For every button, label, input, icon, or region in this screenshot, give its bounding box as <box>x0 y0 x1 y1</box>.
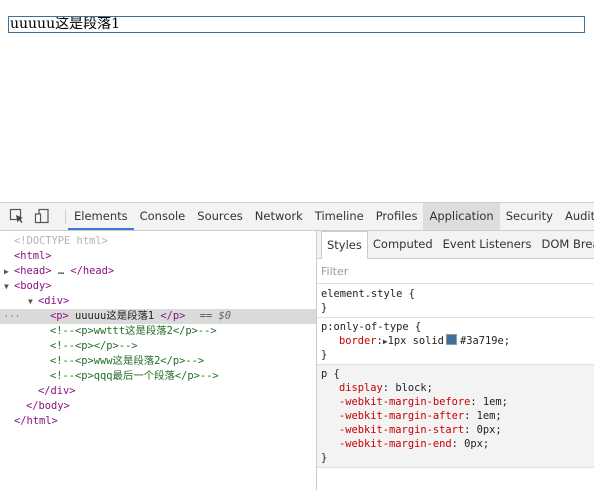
comment-node: <!--<p>qqq最后一个段落</p>--> <box>50 370 219 382</box>
body-close-tag: </body> <box>26 400 70 412</box>
only-of-type-rule[interactable]: p:only-of-type { border:▶1px solid #3a719… <box>317 318 594 365</box>
devtools-panel: Elements Console Sources Network Timelin… <box>0 202 594 490</box>
rule-selector: p { <box>321 368 340 380</box>
dollar-zero-ref: $0 <box>218 310 231 322</box>
tab-styles[interactable]: Styles <box>321 231 368 259</box>
html-close-tag: </html> <box>14 415 58 427</box>
tab-sources[interactable]: Sources <box>191 203 249 230</box>
page-viewport: uuuuu这是段落1 <box>0 0 594 202</box>
head-close-tag: </head> <box>70 265 115 277</box>
property-name: border <box>339 335 377 347</box>
rule-close-brace: } <box>321 452 328 464</box>
dom-body-row[interactable]: ▼ <body> <box>0 279 316 294</box>
color-value: #3a719e <box>459 335 504 347</box>
tab-profiles[interactable]: Profiles <box>370 203 424 230</box>
tab-application[interactable]: Application <box>423 203 500 230</box>
property-value: 1em; <box>482 396 508 408</box>
dom-div-close-row[interactable]: </div> <box>0 384 316 399</box>
style-property[interactable]: -webkit-margin-before: 1em; <box>321 395 594 409</box>
highlighted-paragraph[interactable]: uuuuu这是段落1 <box>8 16 585 33</box>
head-open-tag: <head> <box>14 265 52 277</box>
dom-div-row[interactable]: ▼ <div> <box>0 294 316 309</box>
p-open-tag: <p> <box>50 310 69 322</box>
tab-network[interactable]: Network <box>249 203 309 230</box>
styles-filter-input[interactable]: Filter <box>317 259 594 284</box>
rule-selector: p:only-of-type { <box>321 321 422 333</box>
html-open-tag: <html> <box>14 250 52 262</box>
elements-tree: <!DOCTYPE html> <html> ▶ <head> … </head>… <box>0 231 317 490</box>
tab-elements[interactable]: Elements <box>68 203 134 230</box>
device-mode-icon[interactable] <box>34 208 50 224</box>
dom-body-close-row[interactable]: </body> <box>0 399 316 414</box>
tab-audits[interactable]: Audits <box>559 203 594 230</box>
doctype-node: <!DOCTYPE html> <box>14 235 108 247</box>
style-property[interactable]: -webkit-margin-start: 0px; <box>321 423 594 437</box>
devtools-tabs: Elements Console Sources Network Timelin… <box>68 203 594 230</box>
rule-selector: element.style { <box>321 288 415 300</box>
dom-comment-row[interactable]: <!--<p>www这是段落2</p>--> <box>0 354 316 369</box>
styles-tabs: Styles Computed Event Listeners DOM Brea… <box>317 231 594 259</box>
gutter-dots-icon[interactable]: ... <box>3 306 21 321</box>
dom-html-close-row[interactable]: </html> <box>0 414 316 429</box>
div-open-tag: <div> <box>38 295 70 307</box>
collapse-triangle-icon[interactable]: ▼ <box>4 279 14 294</box>
property-value: 0px; <box>464 438 490 450</box>
property-name: -webkit-margin-after <box>339 410 465 422</box>
style-property[interactable]: border:▶1px solid #3a719e; <box>321 334 594 348</box>
devtools-toolbar: Elements Console Sources Network Timelin… <box>0 203 594 231</box>
tab-dom-breakpoints[interactable]: DOM Breakpoints <box>537 231 594 258</box>
element-style-rule[interactable]: element.style { } <box>317 285 594 318</box>
rule-close-brace: } <box>321 302 328 314</box>
property-value: 0px; <box>476 424 502 436</box>
tab-event-listeners[interactable]: Event Listeners <box>438 231 537 258</box>
property-value: 1px solid <box>387 335 444 347</box>
property-name: -webkit-margin-start <box>339 424 465 436</box>
tab-security[interactable]: Security <box>500 203 559 230</box>
property-name: -webkit-margin-end <box>339 438 452 450</box>
style-property[interactable]: -webkit-margin-end: 0px; <box>321 437 594 451</box>
comment-node: <!--<p>www这是段落2</p>--> <box>50 355 205 367</box>
tab-console[interactable]: Console <box>134 203 192 230</box>
body-open-tag: <body> <box>14 280 52 292</box>
tab-timeline[interactable]: Timeline <box>309 203 370 230</box>
p-close-tag: </p> <box>160 310 186 322</box>
equals-marker: == <box>199 310 213 322</box>
dom-doctype-row[interactable]: <!DOCTYPE html> <box>0 234 316 249</box>
dom-comment-row[interactable]: <!--<p>qqq最后一个段落</p>--> <box>0 369 316 384</box>
toolbar-divider <box>65 209 66 224</box>
div-close-tag: </div> <box>38 385 76 397</box>
property-name: -webkit-margin-before <box>339 396 471 408</box>
dom-comment-row[interactable]: <!--<p>wwttt这是段落2</p>--> <box>0 324 316 339</box>
style-rules: element.style { } p:only-of-type { borde… <box>317 285 594 468</box>
p-text-node: uuuuu这是段落1 <box>68 310 161 322</box>
style-property[interactable]: display: block; <box>321 381 594 395</box>
dom-comment-row[interactable]: <!--<p></p>--> <box>0 339 316 354</box>
comment-node: <!--<p>wwttt这是段落2</p>--> <box>50 325 217 337</box>
style-property[interactable]: -webkit-margin-after: 1em; <box>321 409 594 423</box>
comment-node: <!--<p></p>--> <box>50 340 138 352</box>
dom-selected-p-row[interactable]: ... <p> uuuuu这是段落1 </p> == $0 <box>0 306 316 324</box>
collapse-triangle-icon[interactable]: ▼ <box>28 294 38 309</box>
property-value: 1em; <box>476 410 502 422</box>
styles-sidebar: Styles Computed Event Listeners DOM Brea… <box>317 231 594 490</box>
dom-html-row[interactable]: <html> <box>0 249 316 264</box>
user-agent-p-rule[interactable]: p { display: block; -webkit-margin-befor… <box>317 365 594 468</box>
rule-close-brace: } <box>321 349 328 361</box>
expand-triangle-icon[interactable]: ▶ <box>4 264 14 279</box>
property-name: display <box>339 382 383 394</box>
property-value: block; <box>395 382 433 394</box>
tab-computed[interactable]: Computed <box>368 231 438 258</box>
dom-head-row[interactable]: ▶ <head> … </head> <box>0 264 316 279</box>
inspect-element-icon[interactable] <box>9 208 25 224</box>
color-swatch-icon[interactable] <box>445 334 457 345</box>
collapsed-ellipsis: … <box>57 265 65 277</box>
